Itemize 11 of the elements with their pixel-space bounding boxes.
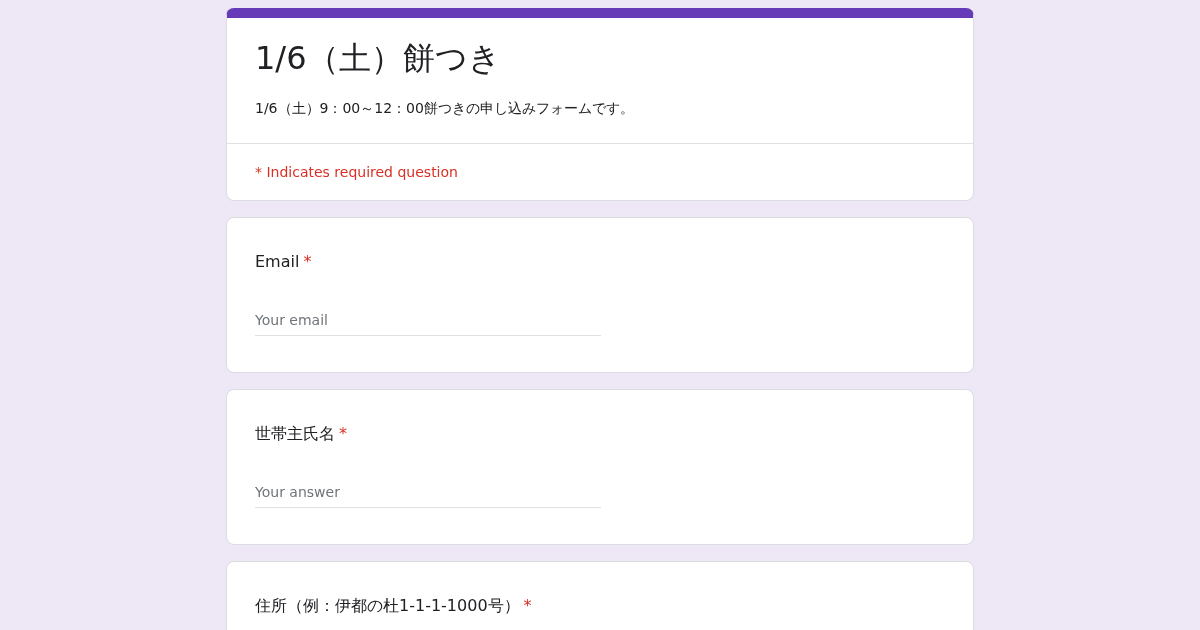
answer-field[interactable]: Your answer: [255, 482, 601, 508]
form-description: 1/6（土）9：00～12：00餅つきの申し込みフォームです。: [255, 99, 635, 118]
question-label: 世帯主氏名: [255, 423, 335, 445]
question-label: Email: [255, 251, 300, 273]
question-label: 住所（例：伊都の杜1-1-1-1000号）: [255, 595, 520, 617]
answer-field[interactable]: Your email: [255, 310, 601, 336]
form-title: 1/6（土）餅つき: [255, 38, 502, 78]
required-asterisk: *: [523, 595, 532, 617]
required-note: * Indicates required question: [255, 164, 458, 180]
required-asterisk: *: [339, 423, 347, 445]
required-asterisk: *: [303, 251, 312, 273]
